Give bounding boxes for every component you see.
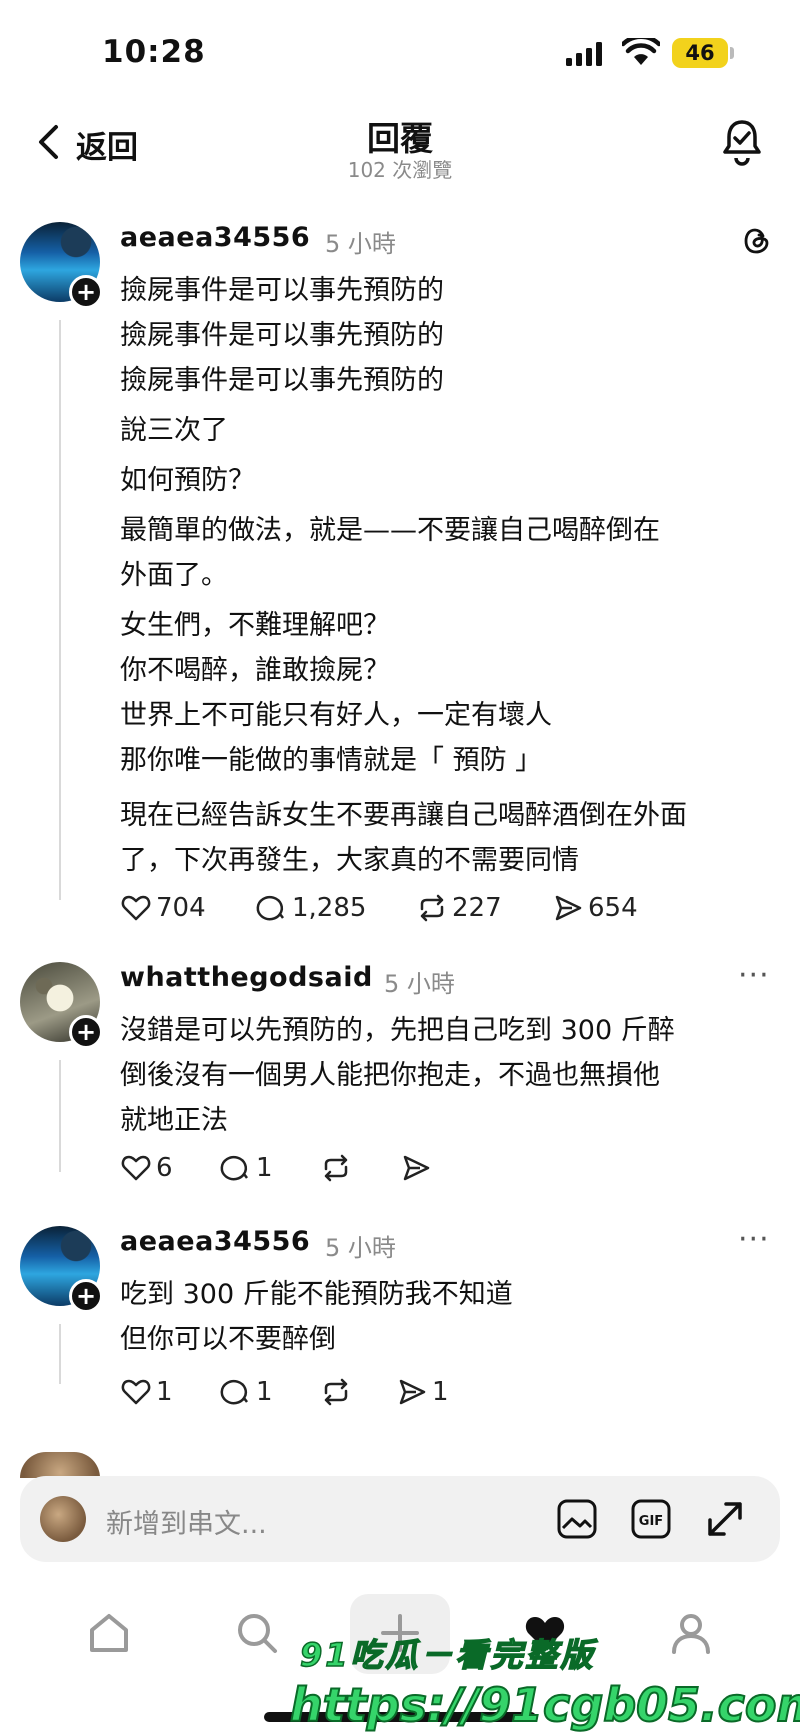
post-text-line: 了，下次再發生，大家真的不需要同情 — [120, 845, 579, 876]
repost-count: 227 — [452, 893, 502, 923]
post-text-line: 外面了。 — [120, 560, 228, 591]
post-actions: 1 1 1 — [120, 1376, 449, 1416]
post-text-line: 那你唯一能做的事情就是「 預防 」 — [120, 745, 543, 776]
username[interactable]: whatthegodsaid — [120, 962, 373, 993]
comment-icon — [220, 1155, 248, 1181]
repost-button[interactable] — [320, 1152, 356, 1184]
like-button[interactable]: 6 — [120, 1152, 173, 1184]
comment-icon — [256, 895, 284, 921]
follow-button[interactable]: + — [69, 1015, 103, 1049]
avatar[interactable] — [20, 1452, 100, 1478]
like-button[interactable]: 1 — [120, 1376, 173, 1408]
home-icon[interactable] — [84, 1608, 134, 1658]
post-text-line: 吃到 300 斤能不能預防我不知道 — [120, 1279, 513, 1310]
comment-button[interactable]: 1,285 — [256, 892, 366, 924]
like-count: 6 — [156, 1153, 173, 1183]
repost-icon — [420, 894, 444, 922]
post-text-line: 現在已經告訴女生不要再讓自己喝醉酒倒在外面 — [120, 800, 687, 831]
send-icon — [555, 895, 582, 921]
comment-count: 1 — [256, 1153, 273, 1183]
comment-count: 1,285 — [292, 893, 367, 923]
post-text-line: 撿屍事件是可以事先預防的 — [120, 320, 444, 351]
more-options-button[interactable]: ··· — [738, 958, 770, 993]
nav-header: 返回 回覆 102 次瀏覽 — [0, 110, 800, 190]
post-text-line: 沒錯是可以先預防的，先把自己吃到 300 斤醉 — [120, 1015, 675, 1046]
share-button[interactable]: 1 — [396, 1376, 449, 1408]
comment-button[interactable]: 1 — [220, 1376, 273, 1408]
like-count: 704 — [156, 893, 206, 923]
compose-bar: 新增到串文... GIF — [20, 1476, 780, 1562]
post-text-line: 倒後沒有一個男人能把你抱走，不過也無損他 — [120, 1060, 660, 1091]
post-time: 5 小時 — [325, 1234, 396, 1262]
gif-icon[interactable]: GIF — [630, 1498, 672, 1540]
image-icon[interactable] — [556, 1498, 598, 1540]
post-text-line: 世界上不可能只有好人，一定有壞人 — [120, 700, 552, 731]
post-text-line: 你不喝醉，誰敢撿屍？ — [120, 655, 390, 686]
wifi-icon — [622, 38, 660, 65]
page-title: 回覆 — [367, 119, 433, 158]
post-actions: 704 1,285 227 654 — [120, 892, 760, 932]
view-count: 102 次瀏覽 — [347, 158, 453, 182]
follow-button[interactable]: + — [69, 1279, 103, 1313]
battery-indicator: 46 — [672, 38, 728, 68]
post-text-line: 說三次了 — [120, 415, 228, 446]
watermark-url: https://91cgb05.com — [289, 1677, 800, 1733]
comment-button[interactable]: 1 — [220, 1152, 273, 1184]
post-actions: 6 1 — [120, 1152, 440, 1192]
post-text-line: 最簡單的做法，就是——不要讓自己喝醉倒在 — [120, 515, 660, 546]
thread-line — [59, 1324, 61, 1384]
post-text-line: 女生們，不難理解吧？ — [120, 610, 390, 641]
share-button[interactable] — [400, 1152, 436, 1184]
post-text-line: 撿屍事件是可以事先預防的 — [120, 275, 444, 306]
post-text-line: 但你可以不要醉倒 — [120, 1324, 336, 1355]
follow-button[interactable]: + — [69, 275, 103, 309]
cellular-signal-icon — [566, 42, 602, 66]
status-bar: 10:28 46 — [0, 0, 800, 110]
post-time: 5 小時 — [325, 230, 396, 258]
heart-icon — [121, 895, 151, 921]
status-time: 10:28 — [102, 34, 206, 70]
share-button[interactable]: 654 — [552, 892, 638, 924]
profile-icon[interactable] — [666, 1608, 716, 1658]
post-text-line: 如何預防？ — [120, 465, 255, 496]
expand-icon[interactable] — [704, 1498, 746, 1540]
send-icon — [399, 1379, 426, 1405]
more-options-button[interactable]: ··· — [738, 1222, 770, 1257]
repost-button[interactable]: 227 — [416, 892, 502, 924]
comment-icon — [220, 1379, 248, 1405]
comment-count: 1 — [256, 1377, 273, 1407]
post-text-line: 撿屍事件是可以事先預防的 — [120, 365, 444, 396]
send-icon — [403, 1155, 430, 1181]
username[interactable]: aeaea34556 — [120, 1226, 310, 1257]
heart-icon — [121, 1379, 151, 1405]
bell-check-icon[interactable] — [720, 118, 764, 166]
reply-input[interactable]: 新增到串文... — [106, 1502, 267, 1541]
threads-logo-icon — [744, 228, 769, 254]
repost-button[interactable] — [320, 1376, 356, 1408]
post-text-line: 就地正法 — [120, 1105, 228, 1136]
post-time: 5 小時 — [384, 970, 455, 998]
repost-icon — [324, 1378, 348, 1406]
heart-icon — [121, 1155, 151, 1181]
share-count: 1 — [432, 1377, 449, 1407]
svg-text:GIF: GIF — [639, 1514, 663, 1529]
thread-line — [59, 1060, 61, 1172]
like-count: 1 — [156, 1377, 173, 1407]
share-count: 654 — [588, 893, 638, 923]
like-button[interactable]: 704 — [120, 892, 206, 924]
search-icon[interactable] — [232, 1608, 282, 1658]
battery-tip — [730, 47, 734, 59]
repost-icon — [324, 1154, 348, 1182]
avatar — [40, 1496, 86, 1542]
watermark-text: 91吃瓜－看完整版 — [299, 1635, 596, 1675]
thread-line — [59, 320, 61, 900]
username[interactable]: aeaea34556 — [120, 222, 310, 253]
